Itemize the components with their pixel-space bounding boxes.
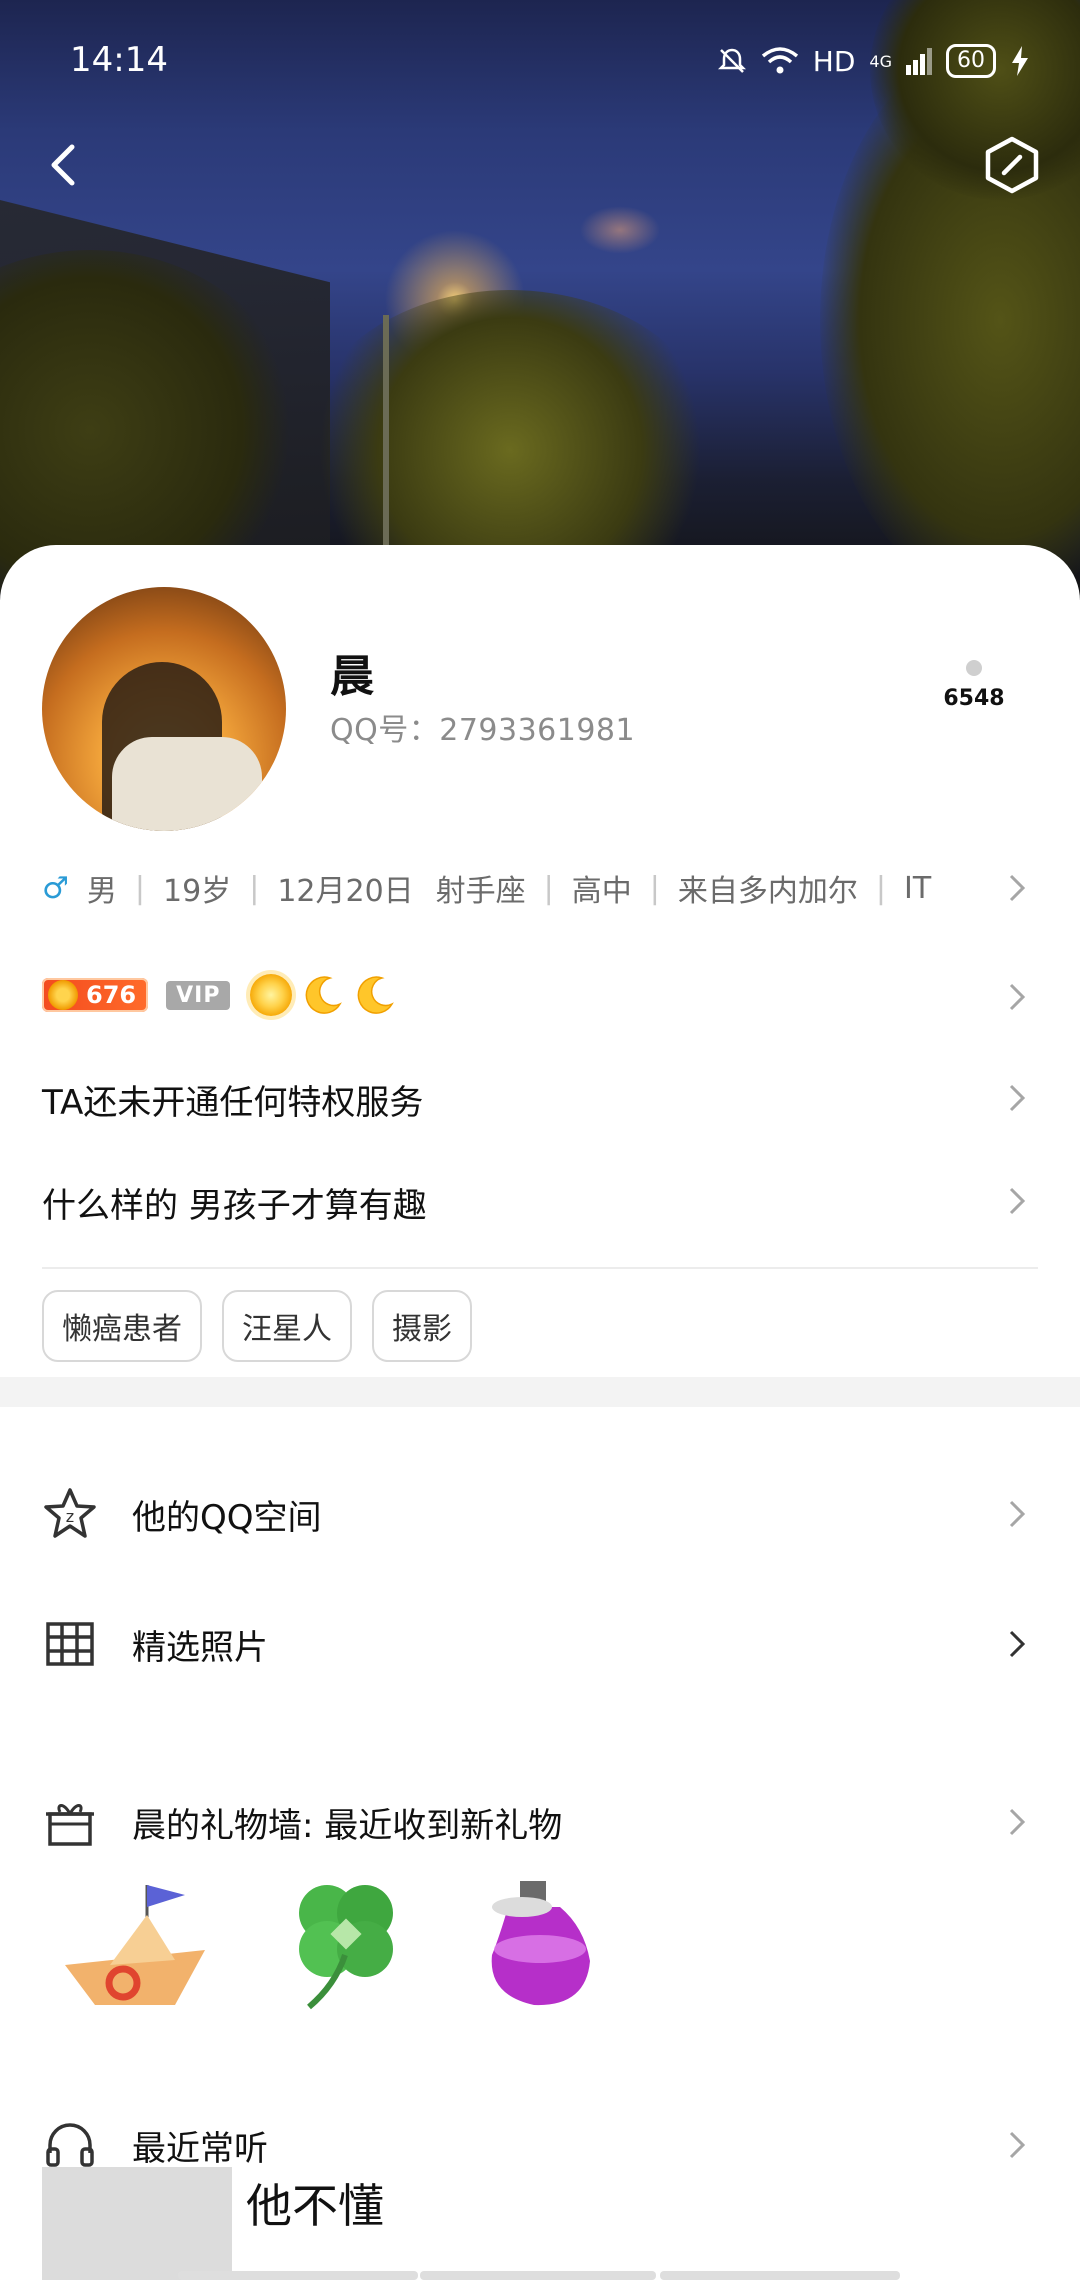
- chevron-right-icon[interactable]: [1008, 1186, 1026, 1216]
- like-icon: [966, 660, 982, 676]
- menu-label: 晨的礼物墙: 最近收到新礼物: [132, 1805, 563, 1846]
- charging-icon: [1012, 46, 1028, 76]
- battery-indicator: 60: [946, 44, 996, 78]
- coin-icon: [48, 980, 78, 1010]
- info-education: 高中: [571, 874, 632, 909]
- gift-icon: [46, 1804, 94, 1846]
- section-gap: [0, 1377, 1080, 1407]
- signature[interactable]: 什么样的 男孩子才算有趣: [42, 1178, 427, 1227]
- menu-photos[interactable]: 精选照片: [42, 1604, 1038, 1684]
- separator: |: [134, 870, 146, 906]
- signal-icon: [906, 48, 932, 75]
- status-icons: HD 4G 60: [717, 44, 1030, 78]
- profile-card: 晨 QQ号：2793361981 6548 ♂ 男 | 19岁 | 12月20日…: [0, 545, 1080, 2280]
- level-number: 676: [86, 981, 137, 1009]
- hexagon-menu-icon[interactable]: [984, 135, 1040, 195]
- info-location: 来自多内加尔: [677, 874, 858, 909]
- headphones-icon: [46, 2123, 94, 2167]
- chevron-right-icon[interactable]: [1008, 1807, 1026, 1837]
- male-icon: ♂: [42, 870, 69, 906]
- tag-list: 懒癌患者 汪星人 摄影: [42, 1290, 472, 1362]
- song-title[interactable]: 他不懂: [246, 2170, 384, 2236]
- wifi-icon: [761, 47, 798, 74]
- chevron-right-icon[interactable]: [1008, 1083, 1026, 1113]
- like-counter[interactable]: 6548: [920, 660, 1028, 711]
- moon-icon: [358, 976, 395, 1014]
- tag-item[interactable]: 懒癌患者: [42, 1290, 202, 1362]
- menu-label: 精选照片: [132, 1627, 268, 1668]
- like-count: 6548: [943, 686, 1005, 711]
- divider: [42, 1267, 1038, 1269]
- song-item-bar: [420, 2271, 656, 2280]
- cover-streetlamp: [383, 315, 389, 565]
- hd-indicator: HD: [812, 44, 856, 78]
- tag-item[interactable]: 汪星人: [222, 1290, 352, 1362]
- svg-text:z: z: [66, 1507, 74, 1526]
- chevron-right-icon[interactable]: [1008, 873, 1026, 903]
- privilege-status[interactable]: TA还未开通任何特权服务: [42, 1075, 423, 1124]
- menu-gift-wall[interactable]: 晨的礼物墙: 最近收到新礼物: [42, 1782, 1038, 1862]
- menu-qzone[interactable]: z 他的QQ空间: [42, 1474, 1038, 1554]
- profile-info-row[interactable]: ♂ 男 | 19岁 | 12月20日 射手座 | 高中 | 来自多内加尔 | I…: [42, 863, 1042, 913]
- back-arrow-icon[interactable]: [40, 135, 90, 195]
- menu-label: 最近常听: [132, 2128, 268, 2169]
- album-cover[interactable]: [42, 2167, 232, 2280]
- qq-number: QQ号：2793361981: [330, 713, 636, 748]
- paper-boat-gift-icon[interactable]: [55, 1865, 215, 2025]
- star-icon: z: [44, 1488, 96, 1538]
- status-time: 14:14: [70, 40, 168, 80]
- separator: |: [249, 870, 260, 906]
- chevron-right-icon[interactable]: [1008, 982, 1026, 1012]
- avatar[interactable]: [42, 587, 286, 831]
- tag-item[interactable]: 摄影: [372, 1290, 472, 1362]
- badges-row[interactable]: 676 VIP: [42, 970, 396, 1020]
- separator: |: [543, 870, 554, 906]
- info-gender: 男: [86, 874, 117, 909]
- clover-gift-icon[interactable]: [265, 1865, 425, 2025]
- vip-badge: VIP: [166, 980, 231, 1010]
- chevron-right-icon[interactable]: [1008, 1629, 1026, 1659]
- song-item-bar: [178, 2271, 418, 2280]
- grid-icon: [46, 1622, 94, 1666]
- song-item-bar: [660, 2271, 900, 2280]
- mute-bell-icon: [717, 48, 746, 73]
- potion-bottle-gift-icon[interactable]: [460, 1865, 620, 2025]
- chevron-right-icon[interactable]: [1008, 1499, 1026, 1529]
- separator: |: [649, 870, 660, 906]
- menu-label: 他的QQ空间: [132, 1497, 322, 1538]
- moon-icon: [306, 976, 343, 1014]
- status-bar: 14:14 HD 4G 60: [0, 0, 1080, 130]
- avatar-shirt: [112, 737, 262, 831]
- sun-icon: [250, 974, 293, 1016]
- separator: |: [875, 870, 886, 906]
- signal-type: 4G: [869, 51, 892, 71]
- info-age: 19岁: [163, 874, 232, 909]
- info-birthday: 12月20日: [277, 874, 414, 909]
- info-zodiac: 射手座: [435, 874, 526, 909]
- chevron-right-icon[interactable]: [1008, 2130, 1026, 2160]
- info-job: IT: [904, 870, 932, 906]
- level-badge: 676: [42, 978, 149, 1012]
- profile-name: 晨: [330, 651, 374, 702]
